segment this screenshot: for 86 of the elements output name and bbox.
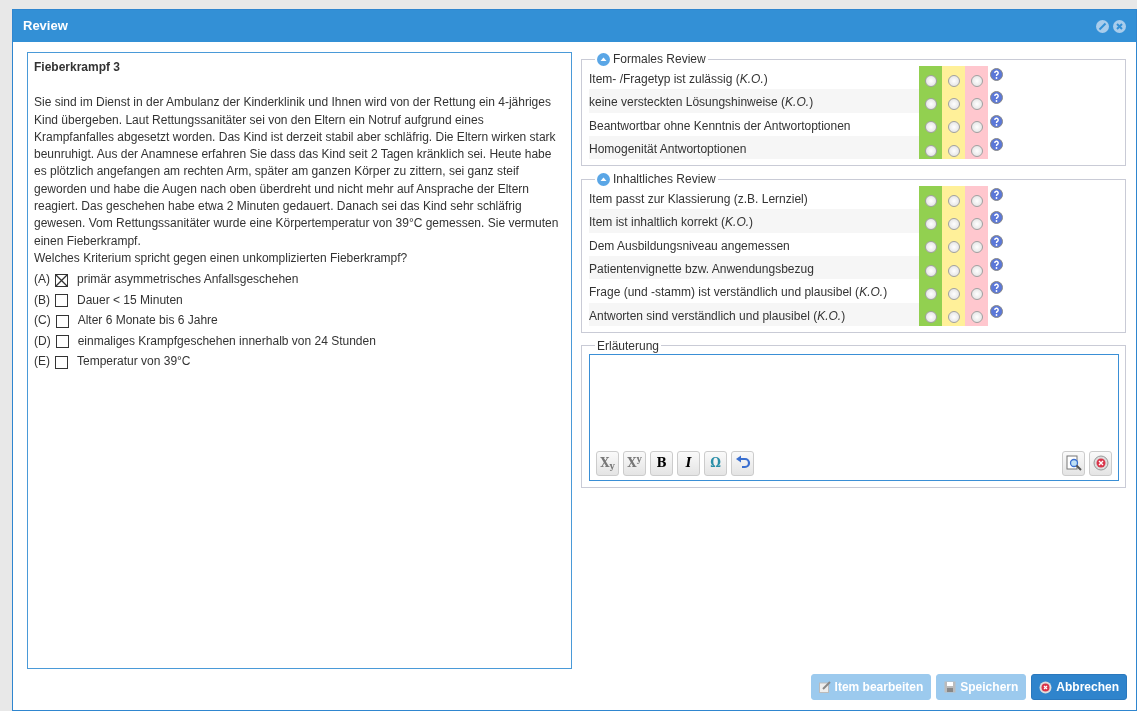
save-icon bbox=[944, 681, 957, 693]
checkbox[interactable] bbox=[55, 335, 69, 348]
close-icon[interactable] bbox=[1113, 19, 1126, 33]
section-title: Inhaltliches Review bbox=[613, 172, 716, 187]
bold-button[interactable]: B bbox=[650, 450, 673, 476]
radio-button[interactable] bbox=[947, 121, 960, 134]
radio-button[interactable] bbox=[970, 241, 983, 254]
criterion-label: Item ist inhaltlich korrekt (K.O.) bbox=[589, 209, 919, 233]
subscript-button[interactable]: X$_{y}$ bbox=[596, 450, 619, 476]
checkbox[interactable] bbox=[55, 273, 68, 287]
italic-button[interactable]: I bbox=[677, 450, 700, 476]
radio-button[interactable] bbox=[970, 194, 983, 207]
help-icon[interactable] bbox=[990, 68, 1003, 81]
radio-button[interactable] bbox=[970, 311, 983, 324]
radio-button[interactable] bbox=[947, 241, 960, 254]
question-text: Sie sind im Dienst in der Ambulanz der Kinderklinik und Ihnen wird von der Rettung ein 4-jähriges Kind übergeben. Laut Rettungssanitäter sei von den Eltern ein Notruf aufgrund eines Krampfanfalles abgesetzt worden. Das Kind ist derzeit stabil aber schläfrig. Die Eltern wirken stark beunruhigt. Aus der Anamnese erfahren Sie dass das Kind seit 2 Tagen kränklich sei. Heute habe es plötzlich angefangen am rechten Arm, später am ganzen Körper zu zittern, sei ganz steif geworden und habe die Augen nach oben überdreht und nicht mehr auf Ansprache der Eltern reagiert. Das geschehen habe etwa 2 Minuten gedauert. Danach sei das Kind sehr schläfrig gewesen. Vom Rettungssanitäter wurde eine Körpertemperatur von 39°C gemessen. Sie vermuten einen Fieberkrampf. bbox=[34, 94, 560, 250]
option-text: Temperatur von 39°C bbox=[77, 353, 191, 371]
radio-button[interactable] bbox=[924, 144, 937, 157]
help-icon[interactable] bbox=[990, 281, 1003, 295]
minimize-icon[interactable] bbox=[1096, 19, 1109, 33]
radio-button[interactable] bbox=[970, 288, 983, 300]
help-icon[interactable] bbox=[990, 91, 1003, 105]
clear-icon bbox=[1092, 455, 1109, 472]
checkbox[interactable] bbox=[55, 294, 68, 307]
checkbox[interactable] bbox=[55, 314, 69, 328]
help-icon[interactable] bbox=[990, 137, 1003, 151]
radio-button[interactable] bbox=[947, 74, 960, 87]
criterion-label: Patientenvignette bzw. Anwendungsbezug bbox=[589, 256, 919, 280]
help-icon[interactable] bbox=[990, 188, 1003, 202]
preview-icon bbox=[1065, 455, 1082, 472]
preview-button[interactable] bbox=[1062, 450, 1085, 476]
radio-button[interactable] bbox=[924, 194, 937, 207]
radio-button[interactable] bbox=[970, 74, 983, 87]
radio-button[interactable] bbox=[924, 288, 937, 300]
radio-button[interactable] bbox=[924, 241, 937, 254]
superscript-button[interactable]: X$^{y}$ bbox=[623, 450, 646, 476]
help-icon[interactable] bbox=[990, 114, 1003, 128]
window-title: Review bbox=[23, 17, 68, 36]
option-text: primär asymmetrisches Anfallsgeschehen bbox=[77, 271, 299, 289]
radio-button[interactable] bbox=[924, 74, 937, 87]
help-icon[interactable] bbox=[990, 258, 1003, 272]
section-title: Erläuterung bbox=[597, 338, 660, 353]
question-prompt: Welches Kriterium spricht gegen einen unkomplizierten Fieberkrampf? bbox=[34, 249, 409, 267]
question-title: Fieberkrampf 3 bbox=[34, 59, 122, 76]
radio-button[interactable] bbox=[970, 121, 983, 134]
clear-button[interactable] bbox=[1089, 450, 1112, 476]
radio-button[interactable] bbox=[924, 264, 937, 277]
option-letter: (C) bbox=[34, 312, 51, 330]
radio-button[interactable] bbox=[947, 288, 960, 300]
radio-button[interactable] bbox=[970, 144, 983, 157]
criterion-label: keine versteckten Lösungshinweise (K.O.) bbox=[589, 89, 919, 113]
option-letter: (B) bbox=[34, 291, 50, 309]
radio-button[interactable] bbox=[947, 311, 960, 324]
radio-button[interactable] bbox=[947, 194, 960, 207]
undo-button[interactable] bbox=[731, 450, 754, 476]
collapse-icon[interactable] bbox=[597, 172, 610, 186]
help-icon[interactable] bbox=[990, 211, 1003, 225]
option-letter: (D) bbox=[34, 332, 51, 350]
radio-button[interactable] bbox=[924, 311, 937, 324]
symbol-button[interactable]: Ω bbox=[704, 450, 727, 476]
option-letter: (E) bbox=[34, 353, 50, 371]
help-icon[interactable] bbox=[990, 304, 1003, 318]
radio-button[interactable] bbox=[947, 97, 960, 110]
radio-button[interactable] bbox=[970, 264, 983, 277]
radio-button[interactable] bbox=[947, 144, 960, 157]
radio-button[interactable] bbox=[924, 121, 937, 134]
checkbox[interactable] bbox=[55, 355, 68, 369]
option-text: einmaliges Krampfgeschehen innerhalb von 24 Stunden bbox=[77, 332, 376, 350]
option-letter: (A) bbox=[34, 271, 50, 289]
collapse-icon[interactable] bbox=[597, 52, 610, 66]
criterion-label: Homogenität Antwortoptionen bbox=[589, 135, 919, 160]
option-text: Dauer < 15 Minuten bbox=[77, 291, 183, 309]
radio-button[interactable] bbox=[947, 218, 960, 231]
help-icon[interactable] bbox=[990, 234, 1003, 248]
radio-button[interactable] bbox=[970, 97, 983, 110]
edit-icon bbox=[818, 681, 831, 693]
radio-button[interactable] bbox=[970, 218, 983, 231]
cancel-button[interactable]: Abbrechen bbox=[1031, 674, 1127, 700]
radio-button[interactable] bbox=[947, 264, 960, 277]
text-editor[interactable]: X$_{y}$ X$^{y}$ B I Ω bbox=[589, 353, 1119, 481]
radio-button[interactable] bbox=[924, 97, 937, 110]
radio-button[interactable] bbox=[924, 218, 937, 231]
section-title: Formales Review bbox=[613, 52, 706, 66]
criterion-label: Antworten sind verständlich und plausibel (K.O.) bbox=[589, 302, 919, 326]
option-text: Alter 6 Monate bis 6 Jahre bbox=[77, 312, 218, 330]
cancel-icon bbox=[1039, 680, 1053, 694]
